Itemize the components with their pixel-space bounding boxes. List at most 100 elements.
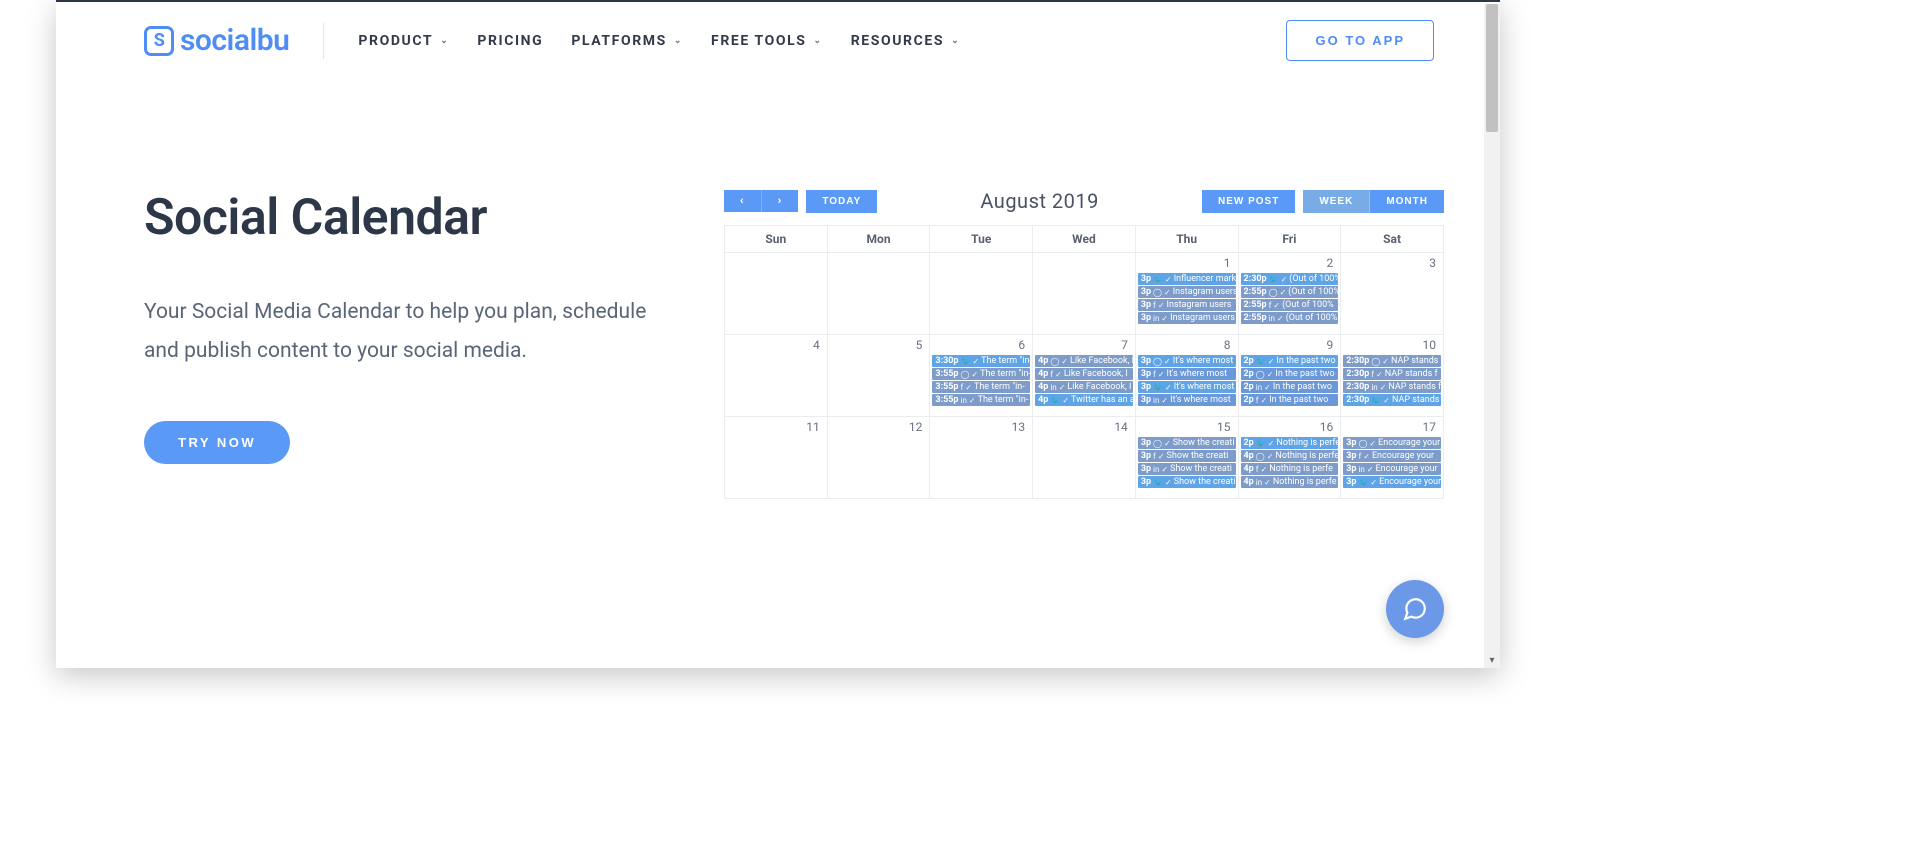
calendar-event[interactable]: 3p◯✓Encourage your — [1343, 437, 1441, 449]
calendar-event[interactable]: 2p🐦✓Nothing is perfe — [1241, 437, 1339, 449]
li-icon: in — [1371, 383, 1377, 392]
event-time: 2:30p — [1346, 395, 1369, 405]
calendar-day-cell[interactable] — [725, 253, 828, 335]
check-icon: ✓ — [1367, 465, 1374, 474]
calendar-day-cell[interactable]: 3 — [1341, 253, 1444, 335]
calendar-toolbar: ‹ › TODAY August 2019 NEW POST WEEK MONT… — [724, 189, 1444, 213]
calendar-day-cell[interactable]: 11 — [725, 417, 828, 499]
calendar-next-button[interactable]: › — [762, 190, 799, 212]
calendar-event[interactable]: 2:55p◯✓(Out of 100% — [1241, 286, 1339, 298]
scrollbar-thumb[interactable] — [1486, 4, 1498, 132]
nav-item-platforms[interactable]: PLATFORMS⌄ — [571, 33, 683, 49]
event-time: 2:55p — [1244, 300, 1267, 310]
calendar-day-cell[interactable]: 22:30p🐦✓(Out of 100%2:55p◯✓(Out of 100%2… — [1238, 253, 1341, 335]
calendar-day-cell[interactable]: 13p🐦✓Influencer mark3p◯✓Instagram users3… — [1135, 253, 1238, 335]
calendar-day-cell[interactable]: 13 — [930, 417, 1033, 499]
chat-fab[interactable] — [1386, 580, 1444, 638]
calendar-week-button[interactable]: WEEK — [1303, 190, 1370, 213]
calendar-day-cell[interactable]: 102:30p◯✓NAP stands f2:30pf✓NAP stands f… — [1341, 335, 1444, 417]
day-number: 10 — [1341, 335, 1443, 355]
li-icon: in — [1358, 465, 1364, 474]
calendar-event[interactable]: 3p🐦✓Show the creati — [1138, 476, 1236, 488]
fb-icon: f — [1050, 370, 1053, 379]
calendar-event[interactable]: 4p🐦✓Twitter has an a — [1035, 394, 1133, 406]
day-number: 13 — [930, 417, 1032, 437]
fb-icon: f — [1269, 301, 1272, 310]
calendar-event[interactable]: 2pin✓In the past two — [1241, 381, 1339, 393]
check-icon: ✓ — [969, 396, 976, 405]
calendar-event[interactable]: 3:30p🐦✓The term "in- — [932, 355, 1030, 367]
calendar-event[interactable]: 2:55pf✓(Out of 100% — [1241, 299, 1339, 311]
calendar-event[interactable]: 2pf✓In the past two — [1241, 394, 1339, 406]
calendar-event[interactable]: 3p🐦✓It's where most — [1138, 381, 1236, 393]
calendar-event[interactable]: 2p🐦✓In the past two — [1241, 355, 1339, 367]
calendar-event[interactable]: 4p◯✓Nothing is perfe — [1241, 450, 1339, 462]
calendar-event[interactable]: 3pin✓It's where most — [1138, 394, 1236, 406]
calendar-day-cell[interactable]: 153p◯✓Show the creati3pf✓Show the creati… — [1135, 417, 1238, 499]
tw-icon: 🐦 — [1153, 275, 1163, 284]
calendar-event[interactable]: 3p🐦✓Encourage your — [1343, 476, 1441, 488]
logo[interactable]: socialbu — [144, 23, 289, 58]
calendar-event[interactable]: 3p◯✓It's where most — [1138, 355, 1236, 367]
day-number: 1 — [1136, 253, 1238, 273]
calendar-event[interactable]: 2p◯✓In the past two — [1241, 368, 1339, 380]
calendar-event[interactable]: 2:55pin✓(Out of 100% — [1241, 312, 1339, 324]
new-post-button[interactable]: NEW POST — [1202, 190, 1295, 213]
calendar-event[interactable]: 3:55pin✓The term "in- — [932, 394, 1030, 406]
calendar-today-button[interactable]: TODAY — [806, 190, 877, 213]
check-icon: ✓ — [1061, 357, 1068, 366]
calendar-event[interactable]: 3pin✓Instagram users — [1138, 312, 1236, 324]
event-text: Show the creati — [1167, 451, 1229, 461]
calendar-event[interactable]: 3p◯✓Show the creati — [1138, 437, 1236, 449]
go-to-app-button[interactable]: GO TO APP — [1286, 20, 1434, 61]
calendar-event[interactable]: 3pf✓Encourage your — [1343, 450, 1441, 462]
nav-item-resources[interactable]: RESOURCES⌄ — [851, 33, 961, 49]
nav-item-product[interactable]: PRODUCT⌄ — [358, 33, 449, 49]
try-now-button[interactable]: TRY NOW — [144, 421, 290, 464]
calendar-event[interactable]: 4pf✓Like Facebook, I — [1035, 368, 1133, 380]
calendar-event[interactable]: 3:55pf✓The term "in- — [932, 381, 1030, 393]
calendar-day-cell[interactable] — [827, 253, 930, 335]
calendar-event[interactable]: 2:30pin✓NAP stands f — [1343, 381, 1441, 393]
calendar-day-cell[interactable]: 14 — [1033, 417, 1136, 499]
calendar-event[interactable]: 2:30pf✓NAP stands f — [1343, 368, 1441, 380]
day-number — [725, 253, 827, 259]
scrollbar-track[interactable]: ▾ — [1484, 4, 1500, 668]
calendar-event[interactable]: 4pin✓Nothing is perfe — [1241, 476, 1339, 488]
calendar-event[interactable]: 4pin✓Like Facebook, I — [1035, 381, 1133, 393]
check-icon: ✓ — [1281, 275, 1288, 284]
calendar-event[interactable]: 3:55p◯✓The term "in- — [932, 368, 1030, 380]
calendar-day-cell[interactable]: 4 — [725, 335, 828, 417]
calendar-event[interactable]: 2:30p🐦✓NAP stands for t — [1343, 394, 1441, 406]
scrollbar-down-arrow[interactable]: ▾ — [1484, 652, 1500, 668]
event-text: NAP stands f — [1391, 356, 1441, 366]
calendar-event[interactable]: 3p◯✓Instagram users — [1138, 286, 1236, 298]
calendar-day-cell[interactable]: 173p◯✓Encourage your3pf✓Encourage your3p… — [1341, 417, 1444, 499]
calendar-event[interactable]: 2:30p◯✓NAP stands f — [1343, 355, 1441, 367]
nav-item-free-tools[interactable]: FREE TOOLS⌄ — [711, 33, 823, 49]
calendar-day-cell[interactable] — [930, 253, 1033, 335]
nav-item-pricing[interactable]: PRICING — [477, 33, 543, 49]
calendar-event[interactable]: 3pf✓Instagram users — [1138, 299, 1236, 311]
calendar-day-cell[interactable]: 74p◯✓Like Facebook, I4pf✓Like Facebook, … — [1033, 335, 1136, 417]
calendar-event[interactable]: 3pin✓Encourage your — [1343, 463, 1441, 475]
calendar-day-cell[interactable]: 63:30p🐦✓The term "in-3:55p◯✓The term "in… — [930, 335, 1033, 417]
calendar-prev-button[interactable]: ‹ — [724, 190, 762, 212]
calendar-day-cell[interactable]: 162p🐦✓Nothing is perfe4p◯✓Nothing is per… — [1238, 417, 1341, 499]
calendar-day-cell[interactable]: 12 — [827, 417, 930, 499]
calendar-event[interactable]: 3pin✓Show the creati — [1138, 463, 1236, 475]
calendar-event[interactable]: 2:30p🐦✓(Out of 100% — [1241, 273, 1339, 285]
calendar-month-button[interactable]: MONTH — [1370, 190, 1444, 213]
calendar-event[interactable]: 3pf✓Show the creati — [1138, 450, 1236, 462]
calendar-day-cell[interactable]: 5 — [827, 335, 930, 417]
calendar-event[interactable]: 3p🐦✓Influencer mark — [1138, 273, 1236, 285]
calendar-event[interactable]: 4pf✓Nothing is perfe — [1241, 463, 1339, 475]
calendar-event[interactable]: 3pf✓It's where most — [1138, 368, 1236, 380]
calendar-day-cell[interactable] — [1033, 253, 1136, 335]
event-text: Influencer mark — [1174, 274, 1236, 284]
check-icon: ✓ — [1369, 439, 1376, 448]
calendar-day-cell[interactable]: 92p🐦✓In the past two2p◯✓In the past two2… — [1238, 335, 1341, 417]
calendar-day-cell[interactable]: 83p◯✓It's where most3pf✓It's where most3… — [1135, 335, 1238, 417]
event-time: 3p — [1346, 464, 1356, 474]
calendar-event[interactable]: 4p◯✓Like Facebook, I — [1035, 355, 1133, 367]
